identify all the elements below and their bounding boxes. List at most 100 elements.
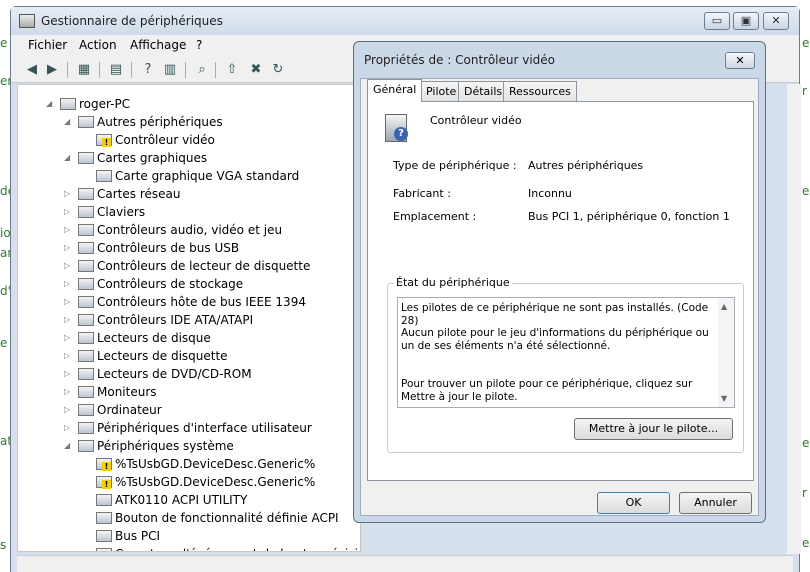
storage-icon: [78, 278, 94, 290]
collapsed-arrow-icon[interactable]: ▷: [64, 275, 70, 293]
forward-icon[interactable]: ▶: [43, 61, 61, 79]
audio-icon: [78, 224, 94, 236]
tree-item-label: Contrôleurs de lecteur de disquette: [97, 259, 311, 273]
display-icon: [96, 170, 112, 182]
tree-item-label: %TsUsbGD.DeviceDesc.Generic%: [115, 457, 316, 471]
warn-icon: [96, 476, 112, 489]
disable-icon[interactable]: ✖: [247, 61, 265, 79]
collapsed-arrow-icon[interactable]: ▷: [64, 203, 70, 221]
menu-fichier[interactable]: Fichier: [28, 38, 67, 52]
tree-item-label: Cartes graphiques: [97, 151, 208, 165]
tab-ressources[interactable]: Ressources: [503, 81, 577, 102]
tree-item-label: %TsUsbGD.DeviceDesc.Generic%: [115, 475, 316, 489]
bg-text: e: [802, 184, 810, 198]
dialog-close-button[interactable]: ✕: [725, 52, 755, 69]
scan-icon[interactable]: ⌕: [193, 61, 211, 79]
device-status-legend: État du périphérique: [394, 276, 512, 289]
monitor-icon: [78, 386, 94, 398]
expanded-arrow-icon[interactable]: ◢: [64, 149, 70, 167]
tree-item-label: Lecteurs de disquette: [97, 349, 228, 363]
collapsed-arrow-icon[interactable]: ▷: [64, 347, 70, 365]
tree-item-label: Ordinateur: [97, 403, 162, 417]
window-title: Gestionnaire de périphériques: [41, 14, 223, 28]
list-icon[interactable]: ▤: [107, 61, 125, 79]
tab-general[interactable]: Général: [367, 79, 423, 102]
system-icon: [96, 494, 112, 506]
tree-item-label: Périphériques d'interface utilisateur: [97, 421, 312, 435]
help-icon[interactable]: ?: [139, 61, 157, 79]
tree-item-label: Autres périphériques: [97, 115, 223, 129]
system-icon: [96, 530, 112, 542]
properties-dialog: Propriétés de : Contrôleur vidéo ✕ Génér…: [353, 41, 766, 523]
manufacturer-label: Fabricant :: [393, 187, 451, 200]
floppy-icon: [78, 260, 94, 272]
tree-item-label: Lecteurs de disque: [97, 331, 211, 345]
menu-action[interactable]: Action: [79, 38, 117, 52]
cancel-button[interactable]: Annuler: [679, 492, 752, 514]
expanded-arrow-icon[interactable]: ◢: [64, 437, 70, 455]
minimize-button[interactable]: ▭: [704, 12, 730, 30]
status-scrollbar[interactable]: ▲ ▼: [718, 298, 734, 407]
usb-icon: [78, 242, 94, 254]
tree-item-label: Contrôleur vidéo: [115, 133, 215, 147]
scroll-up-icon[interactable]: ▲: [721, 302, 727, 311]
collapsed-arrow-icon[interactable]: ▷: [64, 293, 70, 311]
collapsed-arrow-icon[interactable]: ▷: [64, 401, 70, 419]
collapsed-arrow-icon[interactable]: ▷: [64, 239, 70, 257]
hid-icon: [78, 422, 94, 434]
tab-page-general: Contrôleur vidéo Type de périphérique : …: [367, 101, 754, 481]
toolbar-separator: [67, 62, 68, 78]
device-type-label: Type de périphérique :: [393, 159, 517, 172]
keyboard-icon: [78, 206, 94, 218]
status-bar: [17, 555, 793, 572]
tab-details[interactable]: Détails: [458, 81, 509, 102]
tab-pilote[interactable]: Pilote: [420, 81, 463, 102]
display-icon: [78, 152, 94, 164]
maximize-button[interactable]: ▣: [733, 12, 759, 30]
collapsed-arrow-icon[interactable]: ▷: [64, 221, 70, 239]
device-status-text[interactable]: Les pilotes de ce périphérique ne sont p…: [397, 297, 735, 408]
collapsed-arrow-icon[interactable]: ▷: [64, 329, 70, 347]
menu-affichage[interactable]: Affichage: [130, 38, 186, 52]
tree-item-label: roger-PC: [79, 97, 131, 111]
computer-icon: [60, 98, 76, 110]
expanded-arrow-icon[interactable]: ◢: [46, 95, 52, 113]
scroll-down-icon[interactable]: ▼: [721, 394, 727, 403]
close-button[interactable]: ✕: [763, 12, 789, 30]
tree-item-label: Compteur d'événement de haute précision: [115, 545, 360, 551]
bg-text: e: [0, 36, 8, 50]
menu-help[interactable]: ?: [196, 38, 202, 52]
collapsed-arrow-icon[interactable]: ▷: [64, 419, 70, 437]
back-icon[interactable]: ◀: [23, 61, 41, 79]
uninstall-icon[interactable]: ↻: [269, 61, 287, 79]
toolbar-separator: [185, 62, 186, 78]
network-icon: [78, 188, 94, 200]
status-line: Les pilotes de ce périphérique ne sont p…: [401, 302, 709, 327]
collapsed-arrow-icon[interactable]: ▷: [64, 185, 70, 203]
expanded-arrow-icon[interactable]: ◢: [64, 113, 70, 131]
collapsed-arrow-icon[interactable]: ▷: [64, 383, 70, 401]
properties-icon[interactable]: ▦: [75, 61, 93, 79]
tree-item-label: Bus PCI: [115, 529, 161, 543]
tree-item-label: Contrôleurs hôte de bus IEEE 1394: [97, 295, 306, 309]
disk-icon: [78, 332, 94, 344]
collapsed-arrow-icon[interactable]: ▷: [64, 257, 70, 275]
tree-item-label: Claviers: [97, 205, 146, 219]
device-tree[interactable]: ◢ roger-PC ◢ Autres périphériques Contrôleur…: [17, 84, 361, 552]
view-icon[interactable]: ▥: [161, 61, 179, 79]
update-driver-icon[interactable]: ⇧: [223, 61, 241, 79]
device-manager-icon: [19, 14, 35, 28]
collapsed-arrow-icon[interactable]: ▷: [64, 311, 70, 329]
vertical-scrollbar[interactable]: [787, 84, 801, 554]
title-bar[interactable]: Gestionnaire de périphériques ▭ ▣ ✕: [11, 7, 799, 35]
dvd-icon: [78, 368, 94, 380]
collapsed-arrow-icon[interactable]: ▷: [64, 365, 70, 383]
toolbar-separator: [215, 62, 216, 78]
floppy-icon: [78, 350, 94, 362]
warn-icon: [96, 134, 112, 147]
update-driver-button[interactable]: Mettre à jour le pilote...: [574, 418, 733, 440]
toolbar-separator: [99, 62, 100, 78]
location-value: Bus PCI 1, périphérique 0, fonction 1: [528, 210, 730, 223]
ieee-icon: [78, 296, 94, 308]
ok-button[interactable]: OK: [597, 492, 670, 514]
